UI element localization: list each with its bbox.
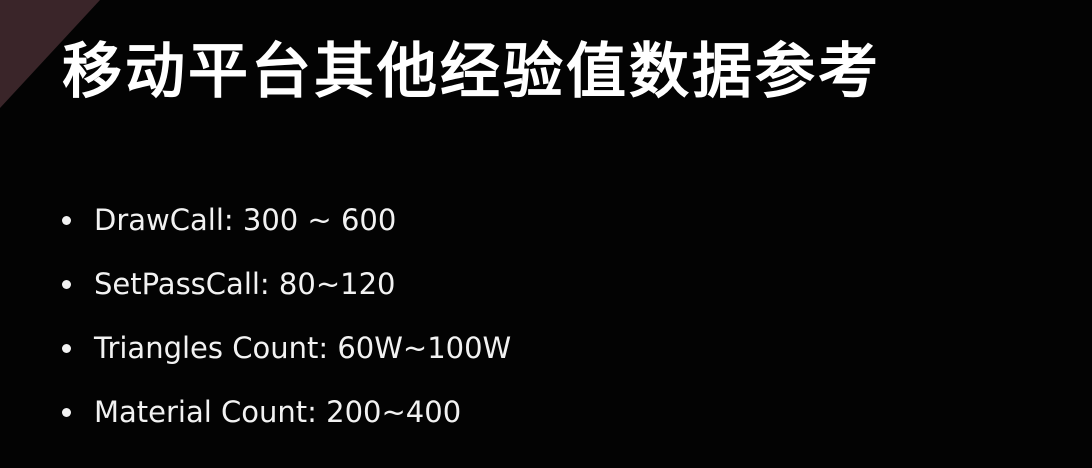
list-item-text: Material Count: 200~400 [94, 395, 462, 429]
bullet-dot-icon [62, 407, 71, 417]
list-item: Material Count: 200~400 [60, 380, 511, 444]
bullet-dot-icon [62, 279, 71, 289]
bullet-list: DrawCall: 300 ~ 600 SetPassCall: 80~120 … [60, 188, 511, 444]
list-item-text: SetPassCall: 80~120 [94, 267, 396, 301]
slide: 移动平台其他经验值数据参考 DrawCall: 300 ~ 600 SetPas… [0, 0, 1092, 468]
bullet-dot-icon [62, 343, 71, 353]
list-item: Triangles Count: 60W~100W [60, 316, 511, 380]
list-item-text: Triangles Count: 60W~100W [94, 331, 512, 365]
bullet-dot-icon [62, 215, 71, 225]
list-item: DrawCall: 300 ~ 600 [60, 188, 511, 252]
slide-title: 移动平台其他经验值数据参考 [62, 37, 881, 107]
list-item: SetPassCall: 80~120 [60, 252, 511, 316]
list-item-text: DrawCall: 300 ~ 600 [94, 203, 397, 237]
